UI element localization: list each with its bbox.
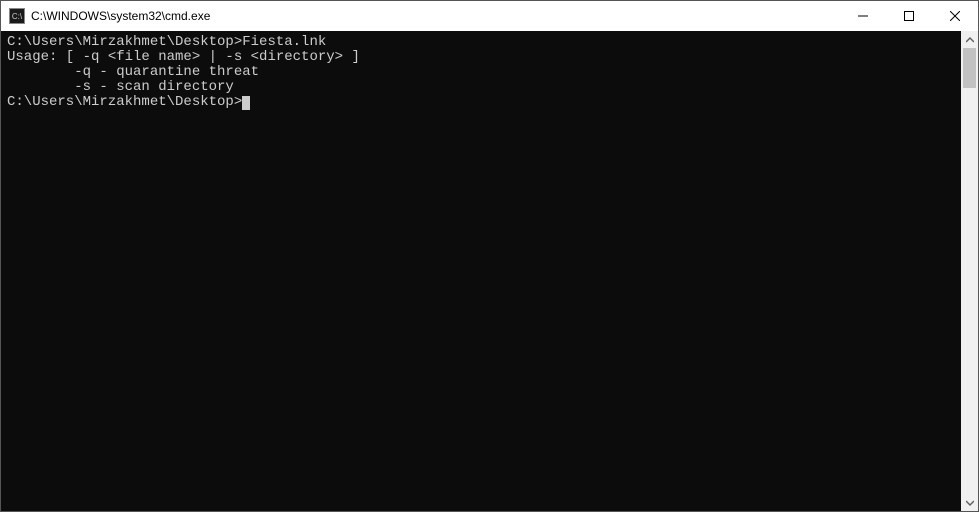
window-title: C:\WINDOWS\system32\cmd.exe xyxy=(31,9,210,23)
scroll-up-arrow[interactable] xyxy=(961,31,978,48)
close-button[interactable] xyxy=(932,1,978,31)
terminal-line: C:\Users\Mirzakhmet\Desktop> xyxy=(7,95,955,110)
vertical-scrollbar[interactable] xyxy=(961,31,978,511)
scroll-track[interactable] xyxy=(961,48,978,494)
terminal-line: Usage: [ -q <file name> | -s <directory>… xyxy=(7,50,955,65)
minimize-icon xyxy=(858,11,868,21)
terminal-output[interactable]: C:\Users\Mirzakhmet\Desktop>Fiesta.lnkUs… xyxy=(1,31,961,511)
cmd-icon: C:\ xyxy=(9,8,25,24)
terminal-line: -q - quarantine threat xyxy=(7,65,955,80)
maximize-icon xyxy=(904,11,914,21)
minimize-button[interactable] xyxy=(840,1,886,31)
client-area: C:\Users\Mirzakhmet\Desktop>Fiesta.lnkUs… xyxy=(1,31,978,511)
terminal-cursor xyxy=(242,96,250,110)
titlebar[interactable]: C:\ C:\WINDOWS\system32\cmd.exe xyxy=(1,1,978,31)
close-icon xyxy=(950,11,960,21)
chevron-up-icon xyxy=(966,36,974,44)
scroll-thumb[interactable] xyxy=(963,48,976,88)
terminal-line: -s - scan directory xyxy=(7,80,955,95)
scroll-down-arrow[interactable] xyxy=(961,494,978,511)
chevron-down-icon xyxy=(966,499,974,507)
maximize-button[interactable] xyxy=(886,1,932,31)
terminal-line: C:\Users\Mirzakhmet\Desktop>Fiesta.lnk xyxy=(7,35,955,50)
cmd-window: C:\ C:\WINDOWS\system32\cmd.exe C:\Users… xyxy=(0,0,979,512)
